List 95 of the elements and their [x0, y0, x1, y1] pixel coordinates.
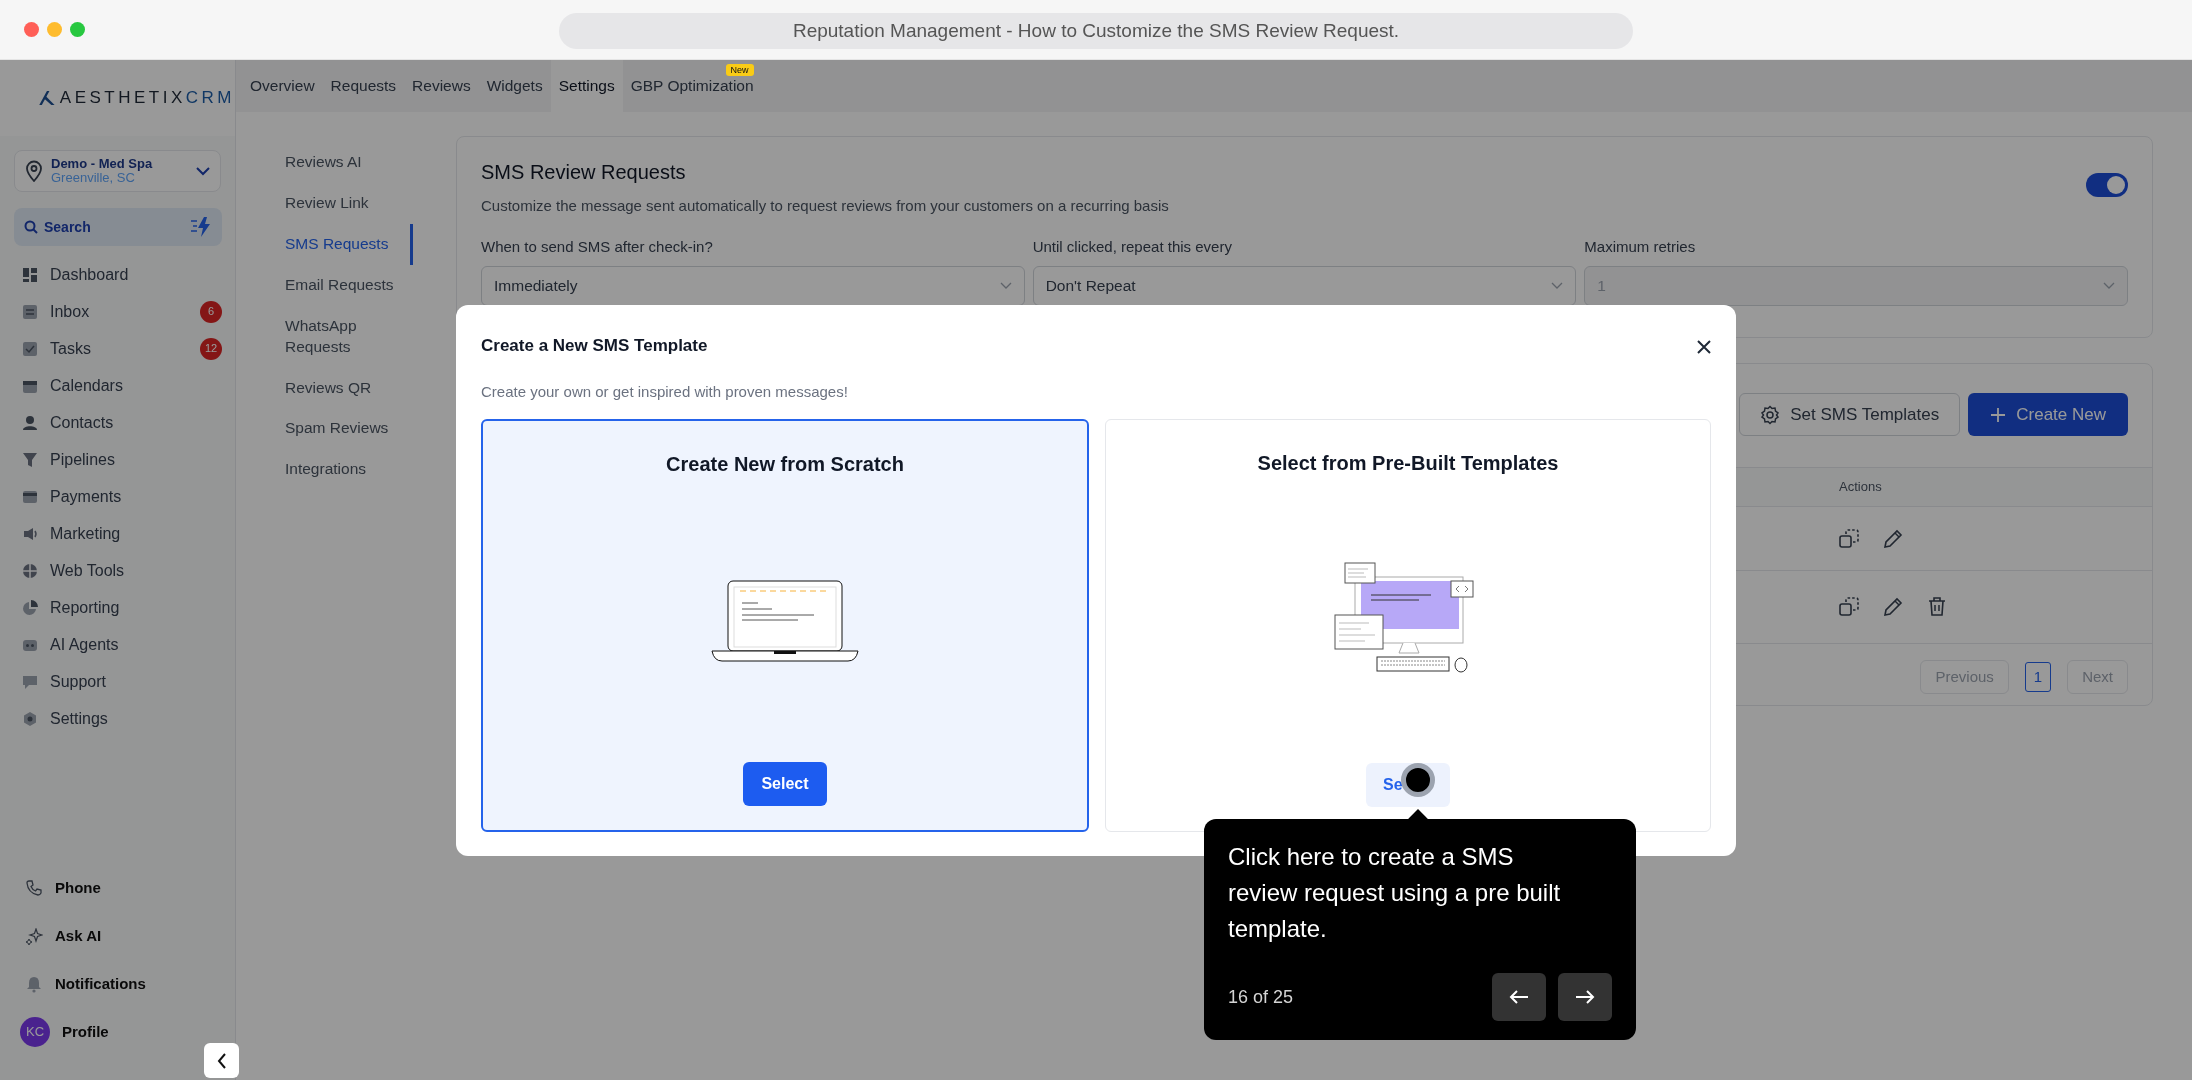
- column-header: Actions: [1839, 479, 1882, 495]
- sidebar-item[interactable]: Contacts: [0, 404, 235, 441]
- collapse-button[interactable]: [204, 1043, 239, 1078]
- location-city: Greenville, SC: [51, 171, 135, 186]
- field-label: When to send SMS after check-in?: [481, 236, 714, 257]
- pencil-icon[interactable]: [1883, 597, 1903, 617]
- sidebar-item[interactable]: Reporting: [0, 589, 235, 626]
- settings-menu-item[interactable]: Spam Reviews: [285, 408, 413, 450]
- sidebar-item[interactable]: Support: [0, 663, 235, 700]
- copy-icon[interactable]: [1839, 597, 1859, 617]
- logo-text: AESTHETIX CRM: [59, 87, 235, 110]
- sidebar-item[interactable]: Dashboard: [0, 256, 235, 293]
- sidebar-item[interactable]: Inbox 6: [0, 293, 235, 330]
- nav-tab[interactable]: Widgets: [478, 60, 551, 112]
- new-badge: New: [725, 64, 754, 76]
- grid-icon: [22, 266, 38, 283]
- card-icon: [22, 488, 38, 505]
- count-badge: 12: [200, 337, 223, 360]
- step-counter: 16 of 25: [1228, 985, 1294, 1009]
- option-title: Create New from Scratch: [666, 452, 904, 477]
- window-title: Reputation Management - How to Customize the SMS Review Request.: [559, 13, 1633, 49]
- modal-subtitle: Create your own or get inspired with proven messages!: [481, 381, 849, 402]
- sidebar-item[interactable]: Phone: [0, 864, 235, 912]
- pencil-icon[interactable]: [1883, 528, 1903, 549]
- trash-icon[interactable]: [1927, 597, 1947, 617]
- chevron-left-icon: [215, 1052, 228, 1069]
- sidebar-item[interactable]: Web Tools: [0, 552, 235, 589]
- person-icon: [22, 414, 38, 431]
- nav-tab[interactable]: Requests: [322, 60, 405, 112]
- chevron-down-icon: [196, 166, 210, 176]
- settings-menu-item[interactable]: SMS Requests: [285, 223, 413, 265]
- count-badge: 6: [200, 300, 222, 323]
- location-name: Demo - Med Spa: [51, 156, 154, 171]
- select-field[interactable]: Don't Repeat: [1032, 266, 1577, 306]
- templates-button[interactable]: Set SMS Templates: [1739, 393, 1961, 436]
- phone-icon: [26, 879, 43, 897]
- field-label: Until clicked, repeat this every: [1032, 236, 1233, 257]
- option-title: Select from Pre-Built Templates: [1257, 451, 1559, 476]
- search-field[interactable]: Search: [14, 208, 222, 246]
- close-icon: [1697, 339, 1711, 354]
- sidebar-item[interactable]: Tasks 12: [0, 330, 235, 367]
- bell-icon: [26, 975, 43, 993]
- plus-icon: [1990, 406, 2007, 423]
- sidebar-item[interactable]: Notifications: [0, 960, 235, 1008]
- field-label: Maximum retries: [1584, 236, 1697, 257]
- modal-title: Create a New SMS Template: [481, 335, 708, 357]
- settings-menu-item[interactable]: Email Requests: [285, 264, 413, 306]
- sidebar-item[interactable]: AI Agents: [0, 626, 235, 663]
- section-title: SMS Review Requests: [481, 160, 687, 185]
- sparkle-icon: [26, 927, 43, 945]
- nav-tab[interactable]: Reviews: [404, 60, 479, 112]
- nav-tab[interactable]: Settings: [550, 60, 623, 112]
- megaphone-icon: [22, 525, 38, 542]
- sidebar-item[interactable]: Calendars: [0, 367, 235, 404]
- sidebar-item[interactable]: Pipelines: [0, 441, 235, 478]
- chat-icon: [22, 673, 38, 690]
- create-button[interactable]: Create New: [1968, 393, 2128, 436]
- settings-menu-item[interactable]: WhatsApp Requests: [285, 305, 413, 368]
- inbox-icon: [22, 303, 38, 320]
- copy-icon[interactable]: [1839, 528, 1859, 549]
- search-icon: [24, 220, 38, 234]
- settings-menu-item[interactable]: Integrations: [285, 449, 413, 491]
- lightning-icon: [190, 216, 212, 238]
- sidebar-item[interactable]: Settings: [0, 700, 235, 737]
- pin-icon: [25, 160, 43, 182]
- next-step-button[interactable]: [1558, 973, 1612, 1021]
- avatar: KC: [20, 1017, 50, 1047]
- globe-icon: [22, 562, 38, 579]
- arrow-right-icon: [1575, 989, 1595, 1005]
- arrow-left-icon: [1509, 989, 1529, 1005]
- toggle-switch[interactable]: [2086, 173, 2128, 197]
- sidebar-item[interactable]: Marketing: [0, 515, 235, 552]
- sidebar-item[interactable]: Ask AI: [0, 912, 235, 960]
- checkbox-icon: [22, 340, 38, 357]
- sidebar-item[interactable]: Payments: [0, 478, 235, 515]
- select-button[interactable]: Select: [743, 762, 827, 806]
- settings-menu-item[interactable]: Review Link: [285, 182, 413, 224]
- nav-tab[interactable]: Overview: [242, 60, 323, 112]
- funnel-icon: [22, 451, 38, 468]
- back-button[interactable]: [1492, 973, 1546, 1021]
- settings-menu-item[interactable]: Reviews AI: [285, 142, 413, 183]
- chevron-down-icon: [2103, 282, 2115, 290]
- location-selector[interactable]: Demo - Med Spa Greenville, SC: [14, 150, 221, 192]
- window-control-icon[interactable]: [24, 22, 39, 37]
- pie-chart-icon: [22, 599, 38, 616]
- sidebar-item[interactable]: KC Profile: [0, 1008, 235, 1056]
- option-card[interactable]: Create New from Scratch Select: [481, 419, 1089, 832]
- page-button[interactable]: 1: [2024, 662, 2052, 692]
- chevron-down-icon: [1551, 282, 1564, 290]
- chevron-down-icon: [999, 282, 1012, 290]
- settings-menu-item[interactable]: Reviews QR: [285, 367, 413, 409]
- section-description: Customize the message sent automatically to request reviews from your customers on a recurring basis: [481, 196, 1169, 216]
- select-field[interactable]: Immediately: [481, 266, 1025, 306]
- option-card[interactable]: Select from Pre-Built Templates Se: [1105, 419, 1711, 832]
- tooltip-text: Click here to create a SMS review request using a pre built template.: [1228, 842, 1562, 944]
